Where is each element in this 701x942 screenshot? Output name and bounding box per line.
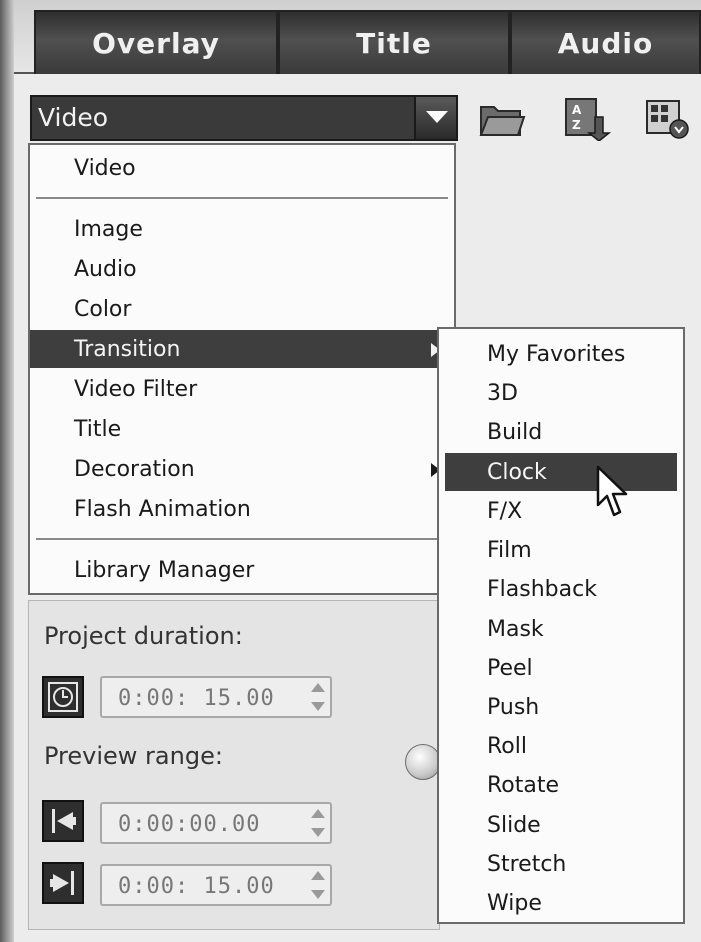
menu-item-image[interactable]: Image [30, 210, 454, 248]
submenu-item-film[interactable]: Film [445, 531, 677, 569]
menu-item-audio[interactable]: Audio [30, 250, 454, 288]
menu-separator [36, 197, 448, 199]
library-category-value: Video [38, 103, 109, 132]
preview-start-field[interactable]: 0:00:00.00 [100, 802, 332, 844]
preview-start-value: 0:00:00.00 [118, 812, 261, 837]
project-duration-label: Project duration: [44, 622, 243, 650]
spinner-icon[interactable] [308, 806, 328, 840]
submenu-item-rotate[interactable]: Rotate [445, 766, 677, 804]
tab-overlay[interactable]: Overlay [34, 10, 278, 74]
menu-separator [36, 538, 448, 540]
menu-item-transition[interactable]: Transition [30, 330, 454, 368]
menu-item-title[interactable]: Title [30, 410, 454, 448]
tab-label: Title [356, 26, 432, 60]
svg-text:A: A [572, 103, 582, 117]
scrub-knob[interactable] [405, 744, 441, 780]
tab-audio[interactable]: Audio [510, 10, 701, 74]
submenu-item-fx[interactable]: F/X [445, 492, 677, 530]
menu-item-decoration[interactable]: Decoration [30, 450, 454, 488]
mark-out-icon[interactable] [42, 862, 84, 904]
submenu-item-wipe[interactable]: Wipe [445, 884, 677, 922]
submenu-item-roll[interactable]: Roll [445, 727, 677, 765]
library-category-menu: Video Image Audio Color Transition Video… [28, 143, 456, 595]
transition-submenu: My Favorites 3D Build Clock F/X Film Fla… [437, 327, 685, 924]
tab-label: Audio [557, 26, 654, 60]
spinner-icon[interactable] [308, 680, 328, 714]
project-duration-field[interactable]: 0:00: 15.00 [100, 676, 332, 718]
preview-end-value: 0:00: 15.00 [118, 874, 275, 899]
preview-range-label: Preview range: [44, 742, 223, 770]
view-options-icon[interactable] [643, 95, 691, 141]
menu-item-library-manager[interactable]: Library Manager [30, 551, 454, 589]
clock-icon[interactable] [42, 676, 84, 718]
submenu-item-my-favorites[interactable]: My Favorites [445, 335, 677, 373]
svg-text:Z: Z [572, 118, 581, 132]
window-edge [0, 0, 14, 942]
tab-label: Overlay [92, 26, 220, 60]
submenu-item-mask[interactable]: Mask [445, 610, 677, 648]
menu-item-video-filter[interactable]: Video Filter [30, 370, 454, 408]
menu-item-color[interactable]: Color [30, 290, 454, 328]
submenu-item-slide[interactable]: Slide [445, 806, 677, 844]
tab-title[interactable]: Title [278, 10, 510, 74]
chevron-down-icon[interactable] [414, 97, 456, 139]
mouse-cursor-icon [596, 465, 630, 523]
submenu-item-build[interactable]: Build [445, 413, 677, 451]
preview-end-field[interactable]: 0:00: 15.00 [100, 864, 332, 906]
submenu-item-stretch[interactable]: Stretch [445, 845, 677, 883]
submenu-item-push[interactable]: Push [445, 688, 677, 726]
menu-item-flash-animation[interactable]: Flash Animation [30, 490, 454, 528]
submenu-item-clock[interactable]: Clock [445, 453, 677, 491]
sort-az-icon[interactable]: A Z [563, 95, 612, 142]
submenu-item-3d[interactable]: 3D [445, 374, 677, 412]
library-category-select[interactable]: Video [30, 95, 458, 141]
project-duration-value: 0:00: 15.00 [118, 686, 275, 711]
submenu-item-flashback[interactable]: Flashback [445, 570, 677, 608]
submenu-item-peel[interactable]: Peel [445, 649, 677, 687]
mark-in-icon[interactable] [42, 800, 84, 842]
app-frame: Overlay Title Audio Video A Z Video Imag… [0, 0, 701, 942]
folder-open-icon[interactable] [478, 95, 526, 141]
menu-item-video[interactable]: Video [30, 149, 454, 187]
spinner-icon[interactable] [308, 868, 328, 902]
